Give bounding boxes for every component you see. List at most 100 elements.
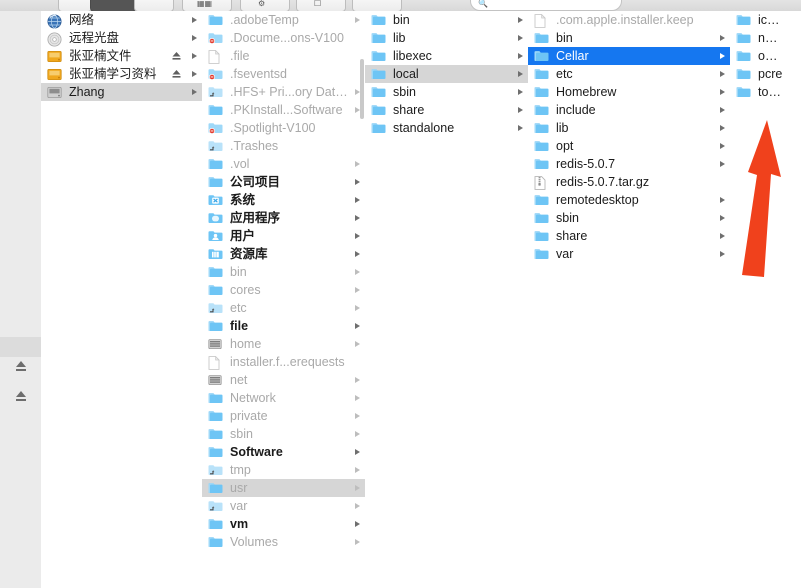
list-item[interactable]: share xyxy=(528,227,730,245)
list-item[interactable]: include xyxy=(528,101,730,119)
eject-icon[interactable] xyxy=(14,359,28,373)
list-item[interactable]: icu4c xyxy=(730,11,801,29)
list-item[interactable]: Network xyxy=(202,389,365,407)
list-item[interactable]: tomcat xyxy=(730,83,801,101)
list-item[interactable]: .PKInstall...Software xyxy=(202,101,365,119)
list-item[interactable]: Cellar xyxy=(528,47,730,65)
external-drive-icon xyxy=(47,68,62,81)
list-item[interactable]: redis-5.0.7 xyxy=(528,155,730,173)
list-item[interactable]: standalone xyxy=(365,119,528,137)
list-item[interactable]: .HFS+ Pri...ory Data? xyxy=(202,83,365,101)
list-item[interactable]: 远程光盘 xyxy=(41,29,202,47)
column-cellar[interactable]: icu4c node openss pcre tomcat xyxy=(730,11,801,588)
folder-icon xyxy=(208,14,223,27)
list-item[interactable]: .adobeTemp xyxy=(202,11,365,29)
list-item[interactable]: .vol xyxy=(202,155,365,173)
vertical-scrollbar[interactable] xyxy=(360,59,364,119)
list-item[interactable]: 网络 xyxy=(41,11,202,29)
list-item[interactable]: .Spotlight-V100 xyxy=(202,119,365,137)
list-item[interactable]: Software xyxy=(202,443,365,461)
list-item[interactable]: 资源库 xyxy=(202,245,365,263)
list-item[interactable]: Zhang xyxy=(41,83,202,101)
list-item[interactable]: .com.apple.installer.keep xyxy=(528,11,730,29)
folder-icon xyxy=(208,392,223,405)
list-item[interactable]: etc xyxy=(528,65,730,83)
list-item-label: share xyxy=(556,229,588,243)
list-item[interactable]: 张亚楠学习资料 xyxy=(41,65,202,83)
folder-icon xyxy=(534,248,549,261)
list-item[interactable]: usr xyxy=(202,479,365,497)
column-devices[interactable]: 网络远程光盘 张亚楠文件 张亚楠学习资料 Zhang xyxy=(41,11,203,588)
list-item[interactable]: bin xyxy=(528,29,730,47)
list-item-label: home xyxy=(230,337,262,351)
list-item[interactable]: 应用程序 xyxy=(202,209,365,227)
list-item-label: Homebrew xyxy=(556,85,617,99)
list-item[interactable]: private xyxy=(202,407,365,425)
eject-icon[interactable] xyxy=(171,65,183,83)
folder-alias-icon xyxy=(208,464,223,477)
list-item[interactable]: libexec xyxy=(365,47,528,65)
list-item[interactable]: node xyxy=(730,29,801,47)
chevron-right-icon xyxy=(352,227,361,245)
list-item[interactable]: .file xyxy=(202,47,365,65)
list-item[interactable]: 公司项目 xyxy=(202,173,365,191)
list-item-label: .com.apple.installer.keep xyxy=(556,13,694,27)
list-item[interactable]: net xyxy=(202,371,365,389)
list-item[interactable]: pcre xyxy=(730,65,801,83)
list-item[interactable]: remotedesktop xyxy=(528,191,730,209)
column-usr[interactable]: bin lib libexec local sbin share standalone xyxy=(365,11,529,588)
chevron-right-icon xyxy=(352,335,361,353)
list-item[interactable]: bin xyxy=(202,263,365,281)
list-item[interactable]: sbin xyxy=(365,83,528,101)
list-item[interactable]: 用户 xyxy=(202,227,365,245)
list-item[interactable]: home xyxy=(202,335,365,353)
server-icon xyxy=(208,374,223,387)
list-item[interactable]: sbin xyxy=(202,425,365,443)
list-item[interactable]: .Trashes xyxy=(202,137,365,155)
eject-icon[interactable] xyxy=(171,47,183,65)
chevron-right-icon xyxy=(189,65,198,83)
list-item[interactable]: lib xyxy=(365,29,528,47)
folder-icon xyxy=(534,212,549,225)
list-item[interactable]: Homebrew xyxy=(528,83,730,101)
list-item-label: Cellar xyxy=(556,49,589,63)
column-root[interactable]: .adobeTemp .Docume...ons-V100 .file .fseven… xyxy=(202,11,366,588)
list-item[interactable]: tmp xyxy=(202,461,365,479)
list-item[interactable]: share xyxy=(365,101,528,119)
list-item[interactable]: 系统 xyxy=(202,191,365,209)
list-item[interactable]: opt xyxy=(528,137,730,155)
list-item[interactable]: var xyxy=(202,497,365,515)
list-item-label: net xyxy=(230,373,248,387)
list-item[interactable]: vm xyxy=(202,515,365,533)
column-usr-local[interactable]: .com.apple.installer.keep bin Cellar etc Hom… xyxy=(528,11,731,588)
list-item[interactable]: bin xyxy=(365,11,528,29)
list-item[interactable]: var xyxy=(528,245,730,263)
list-item[interactable]: .fseventsd xyxy=(202,65,365,83)
folder-icon xyxy=(534,140,549,153)
list-item-label: 网络 xyxy=(69,13,95,27)
chevron-right-icon xyxy=(189,11,198,29)
list-item[interactable]: lib xyxy=(528,119,730,137)
list-item[interactable]: cores xyxy=(202,281,365,299)
list-item[interactable]: redis-5.0.7.tar.gz xyxy=(528,173,730,191)
list-item[interactable]: Volumes xyxy=(202,533,365,551)
list-item-label: vm xyxy=(230,517,249,531)
eject-icon[interactable] xyxy=(14,389,28,403)
list-item[interactable]: openss xyxy=(730,47,801,65)
list-item[interactable]: .Docume...ons-V100 xyxy=(202,29,365,47)
search-input[interactable] xyxy=(470,0,622,11)
list-item[interactable]: 张亚楠文件 xyxy=(41,47,202,65)
external-drive-icon xyxy=(47,50,62,63)
folder-icon xyxy=(736,68,751,81)
list-item[interactable]: installer.f...erequests xyxy=(202,353,365,371)
list-item[interactable]: sbin xyxy=(528,209,730,227)
chevron-right-icon xyxy=(352,461,361,479)
sidebar-selected-row[interactable] xyxy=(0,337,41,357)
list-item[interactable]: etc xyxy=(202,299,365,317)
file-icon xyxy=(534,13,549,28)
list-item[interactable]: file xyxy=(202,317,365,335)
list-item[interactable]: local xyxy=(365,65,528,83)
